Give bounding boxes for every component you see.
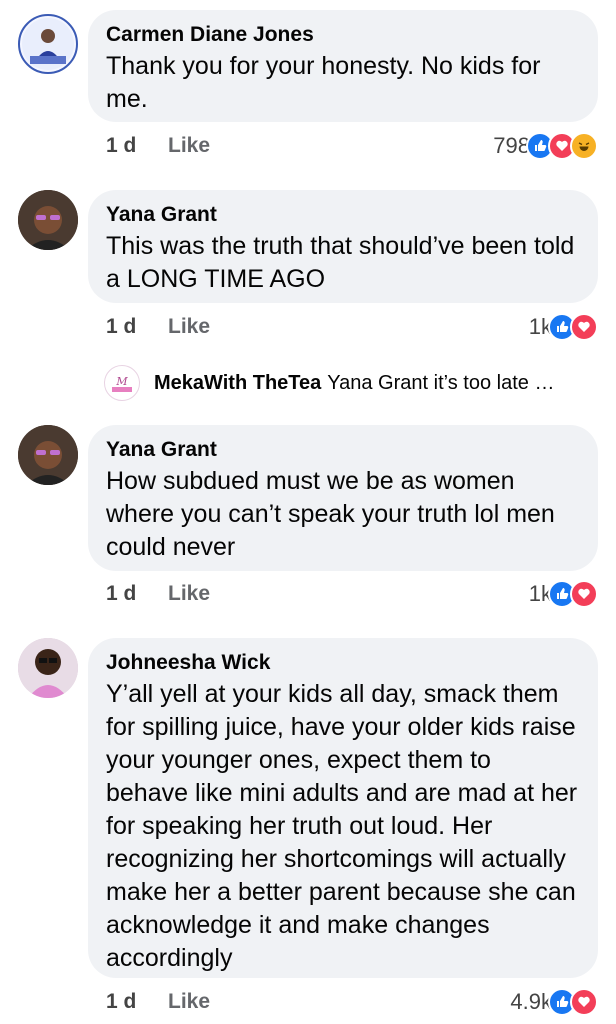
reactions-summary[interactable]: 4.9k bbox=[510, 988, 598, 1016]
comment-text: Y’all yell at your kids all day, smack t… bbox=[106, 680, 578, 972]
comment-text: This was the truth that should’ve been t… bbox=[106, 232, 575, 293]
reactions-summary[interactable]: 1k bbox=[529, 580, 598, 608]
reply-author: MekaWith TheTea bbox=[154, 371, 322, 394]
comment-bubble: Carmen Diane Jones Thank you for your ho… bbox=[88, 10, 598, 122]
comment-text: Thank you for your honesty. No kids for … bbox=[106, 52, 541, 113]
love-reaction-icon bbox=[570, 313, 598, 341]
comment-text: How subdued must we be as women where yo… bbox=[106, 467, 555, 561]
timestamp[interactable]: 1 d bbox=[106, 990, 136, 1014]
reply-text: Yana Grant it’s too late t… bbox=[327, 371, 558, 394]
reactions-summary[interactable]: 798 bbox=[493, 132, 598, 160]
comment-bubble: Yana Grant This was the truth that shoul… bbox=[88, 190, 598, 303]
reply-avatar: M bbox=[104, 365, 140, 401]
timestamp[interactable]: 1 d bbox=[106, 315, 136, 339]
like-button[interactable]: Like bbox=[168, 582, 210, 606]
avatar[interactable] bbox=[18, 638, 78, 698]
avatar[interactable] bbox=[18, 14, 78, 74]
avatar[interactable] bbox=[18, 425, 78, 485]
comment-bubble: Yana Grant How subdued must we be as wom… bbox=[88, 425, 598, 571]
comment-actions: 1 d Like 4.9k bbox=[106, 988, 598, 1020]
avatar[interactable] bbox=[18, 190, 78, 250]
like-button[interactable]: Like bbox=[168, 134, 210, 158]
svg-text:M: M bbox=[115, 375, 128, 388]
love-reaction-icon bbox=[570, 988, 598, 1016]
comment-actions: 1 d Like 1k bbox=[106, 313, 598, 345]
reaction-count: 4.9k bbox=[510, 989, 552, 1014]
reply-preview[interactable]: M MekaWith TheTea Yana Grant it’s too la… bbox=[104, 365, 598, 401]
comment-actions: 1 d Like 1k bbox=[106, 580, 598, 612]
like-button[interactable]: Like bbox=[168, 990, 210, 1014]
comment-author[interactable]: Carmen Diane Jones bbox=[106, 22, 578, 48]
comment-author[interactable]: Yana Grant bbox=[106, 437, 578, 463]
comment-author[interactable]: Yana Grant bbox=[106, 202, 578, 228]
timestamp[interactable]: 1 d bbox=[106, 134, 136, 158]
timestamp[interactable]: 1 d bbox=[106, 582, 136, 606]
comment-bubble: Johneesha Wick Y’all yell at your kids a… bbox=[88, 638, 598, 978]
reaction-count: 798 bbox=[493, 133, 530, 158]
haha-reaction-icon bbox=[570, 132, 598, 160]
comment-actions: 1 d Like 798 bbox=[106, 132, 598, 164]
comment-author[interactable]: Johneesha Wick bbox=[106, 650, 578, 676]
reactions-summary[interactable]: 1k bbox=[529, 313, 598, 341]
love-reaction-icon bbox=[570, 580, 598, 608]
like-button[interactable]: Like bbox=[168, 315, 210, 339]
